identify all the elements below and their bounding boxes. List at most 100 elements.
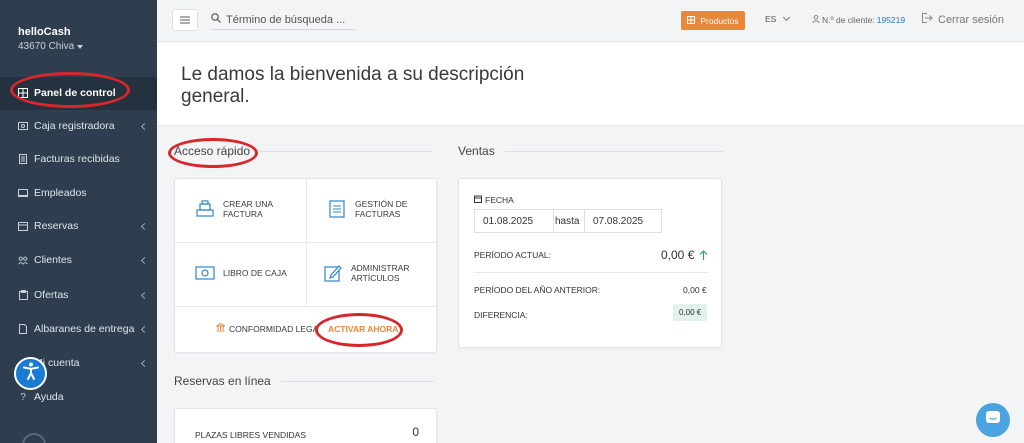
sidebar-item-label: Caja registradora — [34, 120, 115, 132]
create-invoice-label: CREAR UNA FACTURA — [223, 199, 273, 219]
arrow-up-icon — [699, 248, 708, 266]
sidebar-item-ayuda[interactable]: ? Ayuda — [0, 386, 157, 408]
chat-icon — [985, 410, 1001, 431]
hamburger-icon — [180, 11, 190, 29]
brand-name: helloCash — [18, 26, 71, 38]
sidebar-item-label: Panel de control — [34, 87, 116, 99]
caret-down-icon — [77, 44, 84, 49]
page-title: Le damos la bienvenida a su descripción … — [181, 64, 525, 107]
sidebar-item-ofertas[interactable]: Ofertas — [0, 284, 157, 306]
sidebar-item-panel-de-control[interactable]: Panel de control — [0, 82, 157, 104]
location-label: 43670 Chiva — [18, 41, 75, 52]
legal-compliance-label: CONFORMIDAD LEGA — [229, 323, 319, 334]
divider — [175, 242, 436, 243]
until-text: hasta — [555, 215, 580, 227]
manage-invoices-label: GESTIÓN DE FACTURAS — [355, 199, 408, 219]
customers-icon — [18, 255, 28, 265]
difference-badge: 0,00 € — [673, 304, 708, 321]
accessibility-button[interactable] — [14, 357, 47, 390]
cash-register-icon — [18, 121, 28, 131]
sidebar-item-albaranes-de-entrega[interactable]: Albaranes de entrega — [0, 318, 157, 340]
sidebar-item-label: Ofertas — [34, 289, 69, 301]
chevron-left-icon — [140, 122, 149, 130]
sidebar: helloCash 43670 Chiva Panel de control C… — [0, 0, 157, 443]
sidebar-item-label: Ayuda — [34, 391, 64, 403]
sidebar-item-empleados[interactable]: Empleados — [0, 182, 157, 204]
products-label: Productos — [700, 15, 739, 26]
client-label: N.º de cliente: — [822, 15, 875, 25]
bank-icon — [214, 322, 227, 334]
sidebar-item-label: Facturas recibidas — [34, 153, 120, 165]
logout-button[interactable]: Cerrar sesión — [922, 13, 1004, 26]
current-period-value: 0,00 € — [661, 248, 695, 262]
logout-label: Cerrar sesión — [938, 13, 1005, 26]
brand[interactable]: helloCash 43670 Chiva — [18, 26, 84, 52]
online-reservations-title: Reservas en línea — [174, 374, 271, 388]
calendar-icon — [18, 221, 28, 231]
sidebar-item-label: Albaranes de entrega — [34, 323, 135, 335]
chevron-down-icon — [783, 13, 791, 22]
date-to-input[interactable]: 07.08.2025 — [584, 209, 662, 233]
chevron-left-icon — [140, 222, 149, 230]
date-from-input[interactable]: 01.08.2025 — [474, 209, 554, 233]
online-reservations-heading: Reservas en línea — [174, 374, 434, 388]
section-divider — [260, 150, 433, 152]
sidebar-item-label: Empleados — [34, 187, 87, 199]
delivery-note-icon — [18, 324, 28, 334]
search-icon — [211, 13, 221, 26]
document-icon — [327, 199, 347, 219]
cash-book-shortcut[interactable]: LIBRO DE CAJA — [195, 263, 295, 283]
location-selector[interactable]: 43670 Chiva — [18, 41, 84, 52]
quick-access-title: Acceso rápido — [174, 144, 251, 158]
sidebar-item-facturas-recibidas[interactable]: Facturas recibidas — [0, 148, 157, 170]
activate-now-link[interactable]: ACTIVAR AHORA — [328, 324, 398, 334]
until-label: hasta — [553, 209, 585, 233]
chevron-left-icon — [140, 325, 149, 333]
sold-slots-label: PLAZAS LIBRES VENDIDAS — [195, 430, 307, 440]
prev-year-label: PERÍODO DEL AÑO ANTERIOR: — [474, 285, 601, 295]
language-selector[interactable]: ES — [765, 13, 791, 24]
section-divider — [280, 380, 434, 382]
date-label: FECHA — [474, 195, 514, 205]
user-icon — [812, 15, 820, 25]
current-period-label: PERÍODO ACTUAL: — [474, 250, 551, 260]
cash-register-icon — [195, 199, 215, 219]
menu-toggle-button[interactable] — [172, 9, 198, 31]
offers-icon — [18, 290, 28, 300]
divider — [306, 179, 307, 307]
chevron-left-icon — [140, 291, 149, 299]
prev-year-value: 0,00 € — [683, 285, 707, 295]
create-invoice-shortcut[interactable]: CREAR UNA FACTURA — [195, 199, 295, 219]
employees-icon — [18, 188, 28, 198]
products-button[interactable]: Productos — [681, 11, 745, 30]
quick-access-card: CREAR UNA FACTURA GESTIÓN DE FACTURAS LI… — [174, 178, 437, 353]
manage-items-shortcut[interactable]: ADMINISTRAR ARTÍCULOS — [323, 263, 433, 283]
calendar-icon — [474, 195, 482, 205]
sold-slots-value: 0 — [412, 425, 419, 439]
difference-label: DIFERENCIA: — [474, 310, 528, 320]
client-number-link[interactable]: 195219 — [877, 15, 905, 25]
chevron-left-icon — [140, 359, 149, 367]
sidebar-item-caja-registradora[interactable]: Caja registradora — [0, 115, 157, 137]
section-divider — [504, 150, 723, 152]
sidebar-item-clientes[interactable]: Clientes — [0, 249, 157, 271]
search-input[interactable]: Término de búsqueda ... — [211, 10, 355, 30]
client-number: N.º de cliente: 195219 — [812, 15, 905, 25]
welcome-banner: Le damos la bienvenida a su descripción … — [157, 43, 1024, 126]
logout-icon — [922, 13, 933, 26]
chevron-left-icon — [140, 256, 149, 264]
search-placeholder: Término de búsqueda ... — [226, 13, 346, 26]
language-label: ES — [765, 14, 777, 24]
help-icon: ? — [20, 391, 26, 403]
grid-icon — [687, 15, 696, 26]
manage-invoices-shortcut[interactable]: GESTIÓN DE FACTURAS — [327, 199, 427, 219]
chat-button[interactable] — [976, 403, 1010, 437]
date-label-text: FECHA — [485, 195, 514, 205]
sales-card: FECHA 01.08.2025 hasta 07.08.2025 PERÍOD… — [458, 178, 722, 348]
legal-compliance: CONFORMIDAD LEGA — [214, 322, 319, 334]
manage-items-label: ADMINISTRAR ARTÍCULOS — [351, 263, 410, 283]
online-reservations-card: PLAZAS LIBRES VENDIDAS 0 — [174, 408, 437, 443]
cash-book-label: LIBRO DE CAJA — [223, 268, 287, 278]
divider — [175, 306, 436, 307]
sidebar-item-reservas[interactable]: Reservas — [0, 215, 157, 237]
